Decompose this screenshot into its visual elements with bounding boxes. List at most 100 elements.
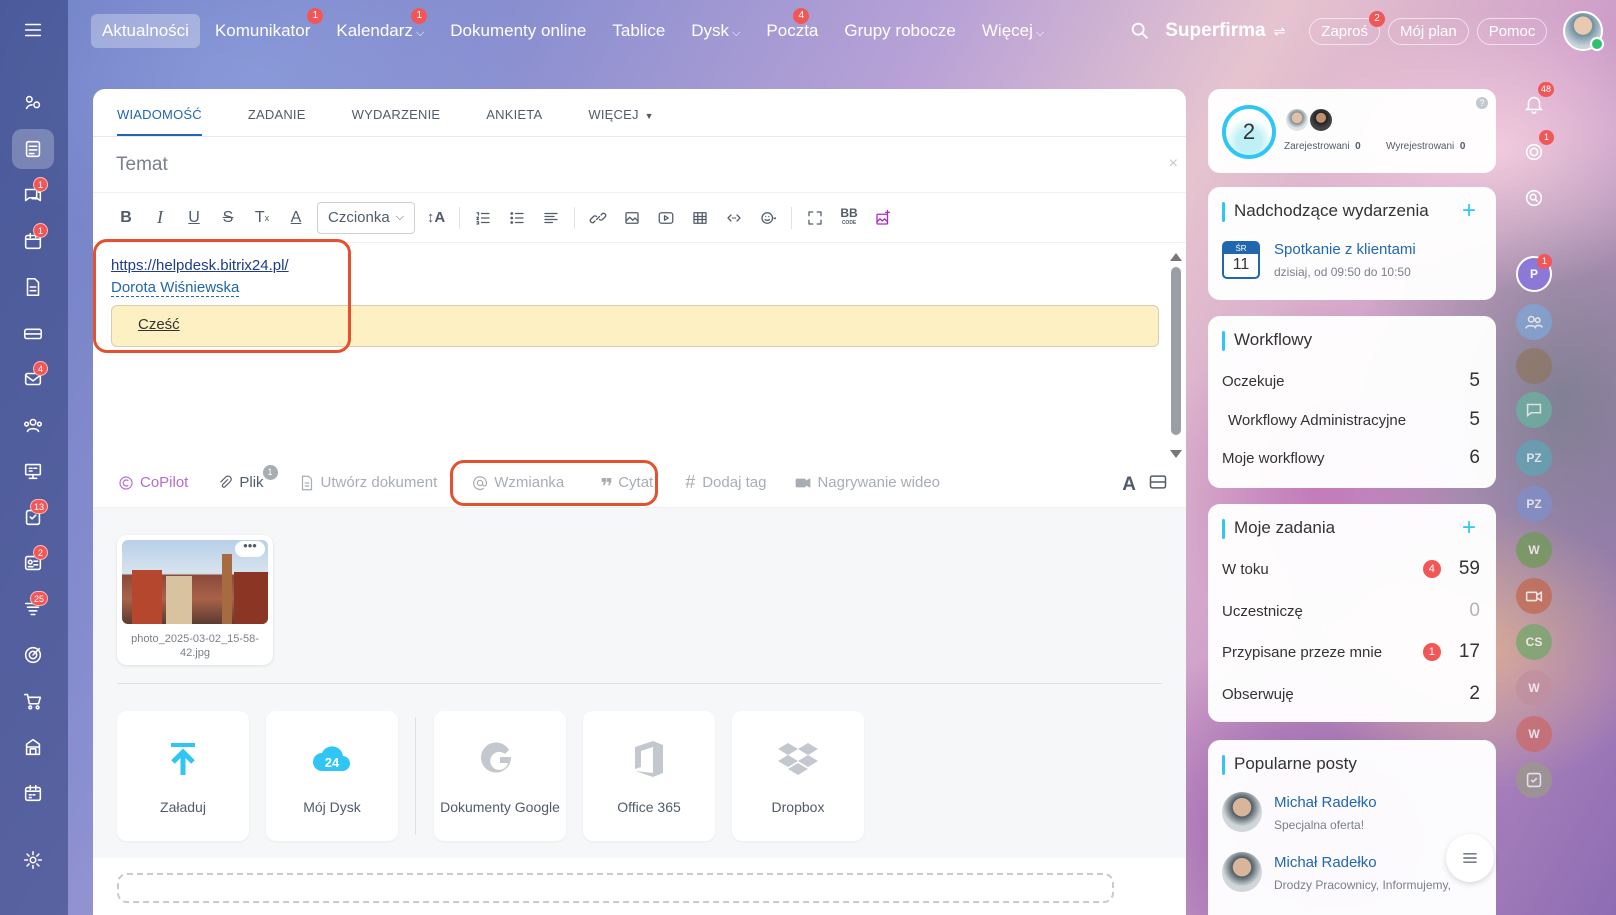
target-icon[interactable] [12,635,54,675]
collab-icon[interactable] [12,83,54,123]
tab-wiadomosc[interactable]: WIADOMOŚĆ [117,107,202,136]
subject-field[interactable]: Temat × [93,137,1186,193]
search-icon[interactable] [1129,20,1151,42]
scroll-up-icon[interactable] [1170,253,1182,261]
nav-tablice[interactable]: Tablice [601,14,676,48]
drop-zone[interactable] [117,873,1114,903]
align-icon[interactable] [534,203,568,233]
bold-icon[interactable]: B [109,203,143,233]
add-task-icon[interactable]: + [1462,516,1476,540]
nav-poczta[interactable]: Poczta 4 [755,8,829,48]
document-icon[interactable] [12,267,54,307]
text-color-icon[interactable]: A [279,203,313,233]
tasks-icon[interactable]: 13 [12,497,54,537]
image-icon[interactable] [615,203,649,233]
help-icon[interactable]: ? [1476,97,1488,109]
event-title[interactable]: Spotkanie z klientami [1274,241,1416,258]
nav-kalendarz[interactable]: Kalendarz ⌵ 1 [325,8,435,48]
tab-zadanie[interactable]: ZADANIE [248,107,306,136]
message-editor[interactable]: https://helpdesk.bitrix24.pl/ Dorota Wiś… [93,243,1186,458]
table-icon[interactable] [683,203,717,233]
scroll-thumb[interactable] [1171,267,1181,435]
close-icon[interactable]: × [1169,155,1178,173]
source-my-drive[interactable]: 24 Mój Dysk [266,711,398,841]
calendar-icon[interactable]: 1 [12,221,54,261]
font-select[interactable]: Czcionka ⌵ [317,201,416,234]
my-plan-button[interactable]: Mój plan [1387,17,1469,45]
avatar-group[interactable] [1516,304,1552,340]
source-upload[interactable]: Załaduj [117,711,249,841]
nav-aktualnosci[interactable]: Aktualności [91,14,200,48]
nav-komunikator[interactable]: Komunikator 1 [204,8,324,48]
add-event-icon[interactable]: + [1462,199,1476,223]
mail-icon[interactable]: 4 [12,359,54,399]
bell-icon[interactable]: 48 [1516,82,1554,122]
task-row[interactable]: Przypisane przeze mnie 1 17 [1222,641,1480,663]
cart-icon[interactable] [12,681,54,721]
drive-icon[interactable] [12,313,54,353]
avatar-w-3[interactable]: W [1516,716,1552,752]
company-name[interactable]: Superfirma [1165,20,1265,42]
nav-wiecej[interactable]: Więcej ⌵ [971,14,1055,48]
tab-ankieta[interactable]: ANKIETA [486,107,542,136]
editor-mention[interactable]: Dorota Wiśniewska [111,279,240,297]
avatar-photo[interactable] [1516,348,1552,384]
emoji-icon[interactable] [751,203,785,233]
avatar-cs[interactable]: CS [1516,624,1552,660]
avatar-video[interactable] [1516,578,1552,614]
video-record-button[interactable]: Nagrywanie wideo [794,474,940,492]
nav-dokumenty-online[interactable]: Dokumenty online [439,14,597,48]
numbered-list-icon[interactable] [466,203,500,233]
link-icon[interactable] [581,203,615,233]
list-menu-button[interactable] [1446,834,1494,882]
panel-toggle-icon[interactable] [1148,472,1168,498]
scroll-down-icon[interactable] [1170,450,1182,458]
font-style-icon[interactable]: A [1122,474,1136,496]
copilot-rail-icon[interactable]: 1 [1516,130,1554,170]
chat-icon[interactable]: 1 [12,175,54,215]
task-row[interactable]: Uczestniczę 0 [1222,600,1480,622]
strikethrough-icon[interactable]: S [211,203,245,233]
feed-icon[interactable] [12,129,54,169]
store-icon[interactable] [12,727,54,767]
file-button[interactable]: Plik 1 [216,464,278,492]
video-icon[interactable] [649,203,683,233]
copilot-button[interactable]: CoPilot [117,474,188,492]
company-settings-icon[interactable]: ⇌ [1274,23,1286,40]
add-tag-button[interactable]: # Dodaj tag [685,472,766,493]
board-icon[interactable] [12,451,54,491]
fullscreen-icon[interactable] [798,203,832,233]
workflow-row[interactable]: Moje workflowy 6 [1222,447,1480,469]
nav-dysk[interactable]: Dysk ⌵ [680,14,751,48]
menu-icon[interactable] [12,10,54,50]
more-options-icon[interactable]: ••• [235,539,265,557]
post-author[interactable]: Michał Radełko [1274,794,1377,811]
post-author[interactable]: Michał Radełko [1274,854,1377,871]
avatar-p[interactable]: P1 [1516,254,1552,292]
clear-format-icon[interactable]: Tx [245,203,279,233]
settings-icon[interactable] [12,840,54,880]
help-button[interactable]: Pomoc [1476,17,1548,45]
groups-icon[interactable] [12,405,54,445]
crm-icon[interactable]: 2 [12,543,54,583]
editor-scrollbar[interactable] [1170,253,1182,458]
task-row[interactable]: Obserwuję 2 [1222,683,1480,705]
avatar-task[interactable] [1516,762,1552,798]
avatar-pz-1[interactable]: PZ [1516,440,1552,476]
workflow-row[interactable]: Oczekuje 5 [1222,370,1480,392]
attached-file[interactable]: ••• photo_2025-03-02_15-58-42.jpg [117,535,273,665]
user-avatar[interactable] [1563,11,1605,51]
invite-button[interactable]: Zaproś 2 [1309,10,1385,45]
font-size-icon[interactable]: ↕A [419,203,453,233]
funnel-icon[interactable]: 25 [12,589,54,629]
italic-icon[interactable]: I [143,203,177,233]
avatar-pz-2[interactable]: PZ [1516,486,1552,522]
source-google-docs[interactable]: Dokumenty Google [434,711,566,841]
search-chat-icon[interactable] [1516,180,1552,216]
avatar-w-1[interactable]: W [1516,532,1552,568]
avatar-chat[interactable] [1516,392,1552,428]
schedule-icon[interactable] [12,773,54,813]
source-dropbox[interactable]: Dropbox [732,711,864,841]
ai-image-icon[interactable] [866,203,900,233]
bbcode-icon[interactable]: BB CODE [832,203,866,233]
